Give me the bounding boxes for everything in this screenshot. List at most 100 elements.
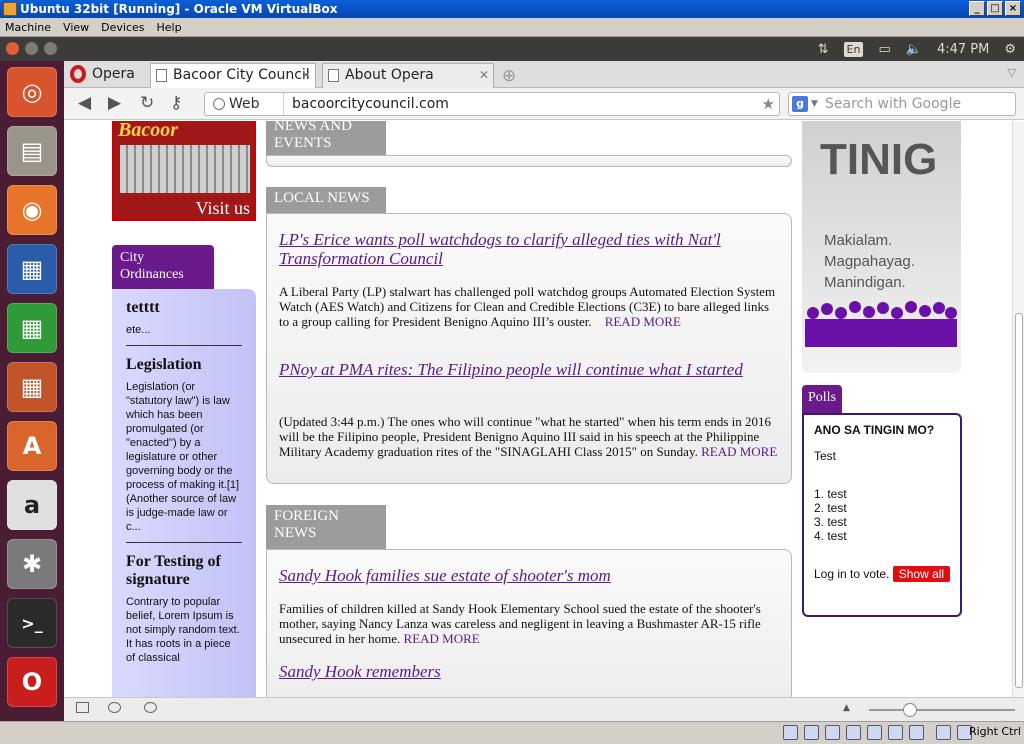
foreign-news-panel: Sandy Hook families sue estate of shoote… xyxy=(266,549,792,697)
usb-icon[interactable] xyxy=(825,725,840,740)
page-icon xyxy=(156,69,167,82)
firefox-icon[interactable]: ◉ xyxy=(7,185,57,235)
network-icon[interactable]: ⇅ xyxy=(818,42,829,57)
volume-icon[interactable]: 🔈 xyxy=(906,42,922,57)
software-center-icon[interactable]: A xyxy=(7,421,57,471)
panel-toggle-icon[interactable] xyxy=(76,702,89,713)
bacoor-banner[interactable]: Bacoor Visit us xyxy=(112,121,256,221)
news-events-panel xyxy=(266,155,792,167)
gear-icon[interactable]: ⚙ xyxy=(1004,42,1016,57)
search-placeholder: Search with Google xyxy=(825,96,962,112)
ordinance-summary: ete... xyxy=(126,324,151,336)
terminal-icon[interactable]: >_ xyxy=(7,598,57,648)
divider xyxy=(126,542,242,543)
clock[interactable]: 4:47 PM xyxy=(937,42,989,57)
tab-bacoor-city-council[interactable]: Bacoor City Council ✕ xyxy=(150,63,316,88)
hdd-icon[interactable] xyxy=(783,725,798,740)
web-badge[interactable]: Web xyxy=(213,93,260,115)
forward-button[interactable]: ▶ xyxy=(108,93,121,113)
foreign-news-heading: FOREIGN NEWS xyxy=(266,505,386,549)
ubuntu-dash-icon[interactable]: ◎ xyxy=(7,67,57,117)
close-button[interactable]: × xyxy=(1005,1,1021,16)
maximize-button[interactable]: □ xyxy=(987,1,1003,16)
city-hall-image xyxy=(120,145,250,193)
vbox-menu-bar: Machine View Devices Help xyxy=(0,18,1024,37)
article-title-link[interactable]: Sandy Hook remembers xyxy=(279,662,779,681)
poll-option[interactable]: 3. test xyxy=(814,515,950,529)
display-icon[interactable] xyxy=(867,725,882,740)
scrollbar-thumb[interactable] xyxy=(1015,313,1023,688)
amazon-icon[interactable]: a xyxy=(7,480,57,530)
address-bar-row: ◀ ▶ ↻ ⚷ Web bacoorcitycouncil.com ★ g ▼ … xyxy=(64,88,1024,120)
tab-close-icon[interactable]: ✕ xyxy=(479,64,489,87)
article-title-link[interactable]: PNoy at PMA rites: The Filipino people w… xyxy=(279,360,779,379)
minimize-button[interactable]: _ xyxy=(969,1,985,16)
read-more-link[interactable]: READ MORE xyxy=(404,631,480,646)
menu-devices[interactable]: Devices xyxy=(101,18,144,36)
back-button[interactable]: ◀ xyxy=(78,93,91,113)
banner-visit-text: Visit us xyxy=(195,198,250,218)
opera-icon[interactable]: O xyxy=(7,657,57,707)
show-all-button[interactable]: Show all xyxy=(892,566,951,582)
tinig-slogan: Makialam. Magpahayag. Manindigan. xyxy=(824,232,915,291)
menu-help[interactable]: Help xyxy=(157,18,182,36)
mouse-integration-icon[interactable] xyxy=(936,725,951,740)
tab-menu-chevron-icon[interactable]: ▽ xyxy=(1008,66,1016,79)
poll-option[interactable]: 4. test xyxy=(814,529,950,543)
article-title-link[interactable]: Sandy Hook families sue estate of shoote… xyxy=(279,566,779,585)
read-more-link[interactable]: READ MORE xyxy=(605,314,681,329)
new-tab-button[interactable]: ⊕ xyxy=(502,66,516,86)
zoom-up-icon[interactable]: ▲ xyxy=(843,703,850,713)
ordinance-title[interactable]: tetttt xyxy=(126,299,242,317)
article-summary: (Updated 3:44 p.m.) The ones who will co… xyxy=(279,414,778,459)
cloud-icon[interactable] xyxy=(108,702,121,713)
battery-icon[interactable]: ▭ xyxy=(878,42,890,57)
tab-close-icon[interactable]: ✕ xyxy=(301,64,311,87)
menu-view[interactable]: View xyxy=(63,18,89,36)
tinig-banner[interactable]: TINIG Makialam. Magpahayag. Manindigan. xyxy=(802,121,961,373)
poll-login-text[interactable]: Log in to vote. xyxy=(814,567,889,581)
poll-option[interactable]: 2. test xyxy=(814,501,950,515)
poll-option[interactable]: 1. test xyxy=(814,487,950,501)
window-maximize-icon[interactable] xyxy=(44,42,57,55)
window-minimize-icon[interactable] xyxy=(25,42,38,55)
keyboard-layout-indicator[interactable]: En xyxy=(843,41,864,57)
city-ordinances-panel: tetttt ete... Legislation Legislation (o… xyxy=(112,289,256,697)
article-summary: Families of children killed at Sandy Hoo… xyxy=(279,601,761,646)
shared-folder-icon[interactable] xyxy=(846,725,861,740)
window-close-icon[interactable] xyxy=(6,42,19,55)
optical-drive-icon[interactable] xyxy=(804,725,819,740)
zoom-slider[interactable] xyxy=(869,709,1015,711)
tinig-title: TINIG xyxy=(820,135,938,184)
zoom-slider-handle[interactable] xyxy=(903,703,917,717)
vt-x-icon[interactable] xyxy=(909,725,924,740)
ordinance-title[interactable]: Legislation xyxy=(126,356,242,374)
opera-menu-button[interactable]: Opera xyxy=(66,63,144,85)
video-capture-icon[interactable] xyxy=(888,725,903,740)
chevron-down-icon[interactable]: ▼ xyxy=(811,93,818,115)
address-field[interactable]: Web bacoorcitycouncil.com ★ xyxy=(204,92,780,116)
url-text[interactable]: bacoorcitycouncil.com xyxy=(283,93,449,115)
search-field[interactable]: g ▼ Search with Google xyxy=(788,92,1016,116)
read-more-link[interactable]: READ MORE xyxy=(701,444,777,459)
bookmark-star-icon[interactable]: ★ xyxy=(762,93,775,115)
files-icon[interactable]: ▤ xyxy=(7,126,57,176)
vertical-scrollbar[interactable] xyxy=(1012,121,1024,697)
menu-machine[interactable]: Machine xyxy=(5,18,51,36)
ordinance-title[interactable]: For Testing of signature xyxy=(126,553,242,589)
article-title-link[interactable]: LP's Erice wants poll watchdogs to clari… xyxy=(279,230,779,268)
calc-icon[interactable]: ▦ xyxy=(7,303,57,353)
impress-icon[interactable]: ▦ xyxy=(7,362,57,412)
google-icon[interactable]: g xyxy=(792,96,808,112)
reload-button[interactable]: ↻ xyxy=(140,93,154,113)
divider xyxy=(126,345,242,346)
browser-status-bar: ▲ xyxy=(64,697,1024,721)
writer-icon[interactable]: ▦ xyxy=(7,244,57,294)
page-icon xyxy=(328,69,339,82)
polls-panel: ANO SA TINGIN MO? Test 1. test 2. test 3… xyxy=(802,413,962,617)
key-icon[interactable]: ⚷ xyxy=(170,93,182,113)
page-viewport: Bacoor Visit us City Ordinances tetttt e… xyxy=(64,121,1012,697)
speed-dial-icon[interactable] xyxy=(144,702,157,713)
tab-about-opera[interactable]: About Opera ✕ xyxy=(322,63,494,88)
system-settings-icon[interactable]: ✱ xyxy=(7,539,57,589)
